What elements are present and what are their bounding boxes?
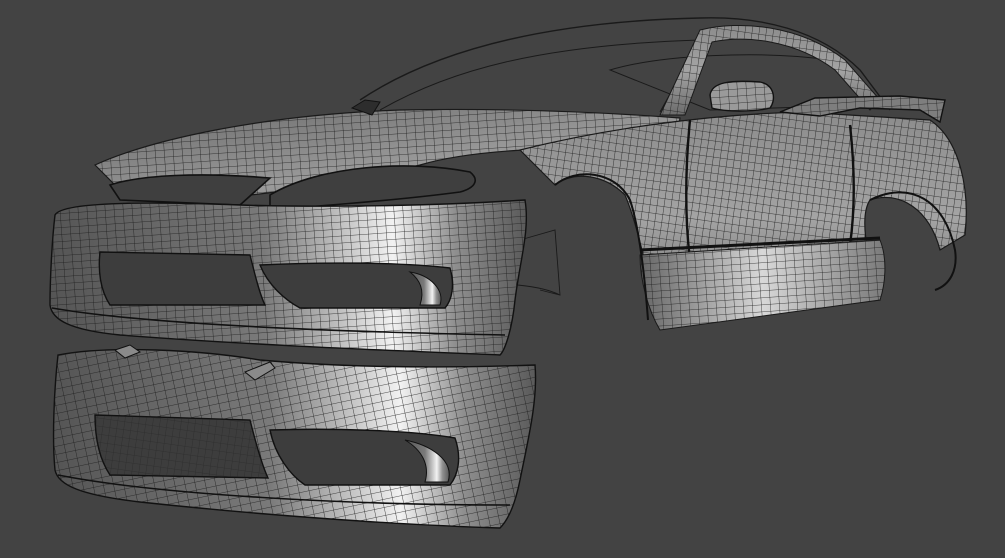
scene-canvas[interactable] bbox=[0, 0, 1005, 558]
roof-outline bbox=[359, 17, 891, 111]
grille-opening bbox=[98, 251, 267, 306]
side-mirror[interactable] bbox=[709, 80, 775, 112]
windshield-outline bbox=[379, 39, 701, 113]
3d-viewport[interactable] bbox=[0, 0, 1005, 558]
front-bumper-attached[interactable] bbox=[49, 199, 528, 356]
grille-mesh-detached bbox=[95, 415, 268, 478]
front-bumper-detached[interactable] bbox=[52, 344, 537, 529]
headlight-left bbox=[108, 174, 272, 206]
